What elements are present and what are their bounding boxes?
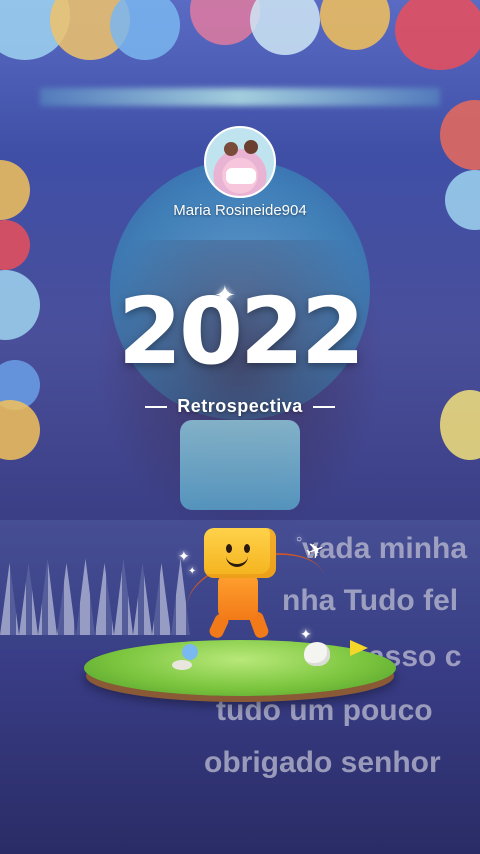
balloon: [445, 170, 480, 230]
box-head-mascot-icon: [204, 528, 276, 578]
avatar-face: [244, 140, 258, 154]
sparkle-icon: ✦: [188, 566, 197, 577]
balloon: [110, 0, 180, 60]
subtitle-row: Retrospectiva: [0, 396, 480, 417]
caption-line-1: vada minha: [302, 532, 468, 565]
sparkle-icon: ✦: [178, 548, 190, 564]
banner-light: [40, 88, 440, 106]
year-title: 2022: [117, 278, 365, 385]
profile-username[interactable]: Maria Rosineide904: [0, 202, 480, 219]
sparkle-icon: ✦: [214, 280, 236, 310]
subtitle: Retrospectiva: [177, 396, 303, 416]
flower-icon: [182, 644, 198, 660]
balloon: [250, 0, 320, 55]
chick-icon: [304, 642, 330, 666]
avatar-face: [224, 142, 238, 156]
caption-line-4: tudo um pouco: [216, 694, 433, 727]
balloon: [395, 0, 480, 70]
retrospective-story: vada minha nha Tudo fel asso c tudo um p…: [0, 0, 480, 854]
stone: [172, 660, 192, 670]
balloon: [320, 0, 390, 50]
subtitle-divider-right: [312, 405, 335, 408]
sparkle-icon: ○: [296, 534, 303, 545]
sparkle-icon: ✦: [300, 626, 312, 642]
balloon: [440, 100, 480, 170]
profile-avatar[interactable]: [204, 126, 276, 198]
cake: [180, 420, 300, 510]
mascot-body: [218, 576, 258, 620]
caption-line-5: obrigado senhor: [204, 746, 441, 779]
flag-icon: [350, 640, 368, 656]
balloon: [0, 220, 30, 270]
avatar-cake: [226, 168, 256, 184]
subtitle-divider-left: [145, 405, 168, 408]
mascot-smile: [226, 552, 248, 567]
